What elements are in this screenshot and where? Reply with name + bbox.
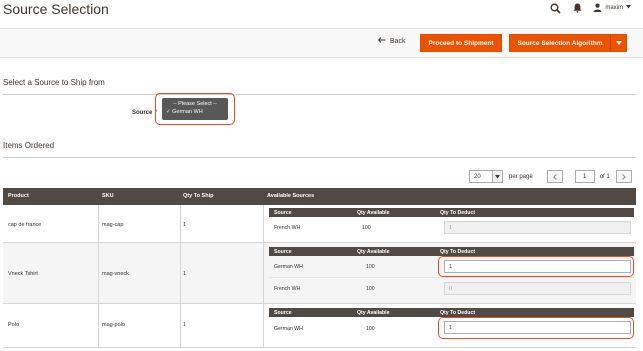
- prev-page-button[interactable]: [546, 170, 563, 183]
- sub-column-qty-available: Qty Available: [357, 248, 390, 255]
- username: maxim: [605, 5, 623, 11]
- algorithm-label: Source Selection Algorithm: [517, 39, 603, 47]
- table-row: Vneck Tshirt mag-vneck 1 Source Qty Avai…: [3, 243, 636, 304]
- sub-column-source: Source: [274, 248, 292, 255]
- column-separator: [263, 304, 264, 347]
- page-count: of 1: [599, 173, 610, 180]
- source-name: French WH: [274, 225, 301, 231]
- check-icon: ✓: [166, 109, 171, 115]
- source-name: German WH: [274, 264, 303, 270]
- product-sku: mag-vneck: [102, 271, 129, 277]
- source-selection-algorithm-button[interactable]: Source Selection Algorithm: [509, 34, 627, 52]
- column-separator: [98, 243, 99, 303]
- qty-available: 100: [366, 264, 375, 270]
- section-divider: [3, 94, 636, 95]
- product-name: Vneck Tshirt: [8, 271, 38, 277]
- table-row: Polo mag-polo 1 Source Qty Available Qty…: [3, 304, 636, 348]
- qty-to-deduct-input: 0: [444, 282, 631, 295]
- sources-subheader: Source Qty Available Qty To Deduct: [269, 208, 634, 217]
- column-separator: [98, 304, 99, 347]
- column-header-qty-to-ship[interactable]: Qty To Ship: [183, 193, 213, 199]
- source-name: French WH: [274, 286, 301, 292]
- highlight-qty-input: [438, 256, 634, 277]
- source-label: Source: [132, 110, 153, 116]
- header-actions: maxim: [549, 1, 631, 15]
- proceed-to-shipment-button[interactable]: Proceed to Shipment: [420, 34, 502, 52]
- qty-to-ship: 1: [183, 322, 187, 328]
- column-separator: [180, 304, 181, 347]
- column-separator: [180, 205, 181, 242]
- column-separator: [98, 205, 99, 242]
- column-header-product[interactable]: Product: [8, 193, 29, 199]
- per-page-value: 20: [474, 173, 481, 180]
- qty-available: 100: [362, 225, 371, 231]
- page-actions-bar: Back Proceed to Shipment Source Selectio…: [0, 28, 643, 58]
- sub-column-qty-available: Qty Available: [357, 309, 390, 316]
- product-sku: mag-polo: [102, 322, 125, 328]
- chevron-left-icon: [552, 173, 557, 180]
- column-separator: [263, 205, 264, 242]
- source-option-selected[interactable]: ✓ German WH: [166, 108, 224, 116]
- arrow-left-icon: [378, 37, 386, 45]
- qty-to-deduct-input: 1: [444, 221, 631, 234]
- search-icon[interactable]: [549, 2, 561, 14]
- source-select-dropdown[interactable]: -- Please Select -- ✓ German WH: [162, 98, 228, 120]
- chevron-down-icon: [615, 41, 622, 45]
- algorithm-dropdown-toggle[interactable]: [610, 35, 626, 51]
- back-button[interactable]: Back: [378, 37, 406, 45]
- qty-to-ship: 1: [183, 271, 187, 277]
- column-separator: [180, 243, 181, 303]
- highlight-qty-input: [438, 317, 634, 339]
- section-title-items: Items Ordered: [3, 141, 55, 150]
- section-divider: [3, 157, 636, 158]
- grid-pager: 20 per page 1 of 1: [469, 170, 632, 183]
- sub-column-source: Source: [274, 309, 292, 316]
- qty-to-ship: 1: [183, 222, 187, 228]
- section-title-source: Select a Source to Ship from: [3, 78, 105, 87]
- page-title: Source Selection: [3, 1, 109, 17]
- bell-icon[interactable]: [571, 2, 583, 14]
- source-option-label: German WH: [172, 109, 203, 115]
- column-header-sku[interactable]: SKU: [102, 193, 114, 199]
- sub-column-source: Source: [274, 209, 292, 216]
- qty-available: 100: [366, 286, 375, 292]
- user-menu[interactable]: maxim: [593, 3, 631, 14]
- qty-available: 100: [366, 326, 375, 332]
- source-option-placeholder[interactable]: -- Please Select --: [166, 100, 224, 108]
- back-label: Back: [390, 37, 406, 45]
- sub-column-qty-available: Qty Available: [357, 209, 390, 216]
- per-page-label: per page: [509, 173, 533, 180]
- grid-header: Product SKU Qty To Ship Available Source…: [3, 188, 636, 205]
- sources-subheader: Source Qty Available Qty To Deduct: [269, 308, 634, 317]
- product-sku: mag-cap: [102, 222, 124, 228]
- table-row: cap de france mag-cap 1 Source Qty Avail…: [3, 205, 636, 243]
- sub-column-qty-to-deduct: Qty To Deduct: [440, 309, 476, 316]
- column-header-available-sources[interactable]: Available Sources: [267, 193, 314, 199]
- per-page-select[interactable]: 20: [469, 170, 503, 183]
- sub-column-qty-to-deduct: Qty To Deduct: [440, 209, 476, 216]
- sources-subheader: Source Qty Available Qty To Deduct: [269, 247, 634, 256]
- product-name: Polo: [8, 322, 20, 328]
- source-name: German WH: [274, 326, 303, 332]
- chevron-down-icon: [492, 171, 502, 182]
- chevron-down-icon: [626, 5, 631, 11]
- sub-column-qty-to-deduct: Qty To Deduct: [440, 248, 476, 255]
- page-number-input[interactable]: 1: [574, 170, 595, 183]
- chevron-right-icon: [621, 173, 626, 180]
- product-name: cap de france: [8, 222, 42, 228]
- user-icon: [593, 3, 602, 14]
- next-page-button[interactable]: [615, 170, 632, 183]
- column-separator: [263, 243, 264, 303]
